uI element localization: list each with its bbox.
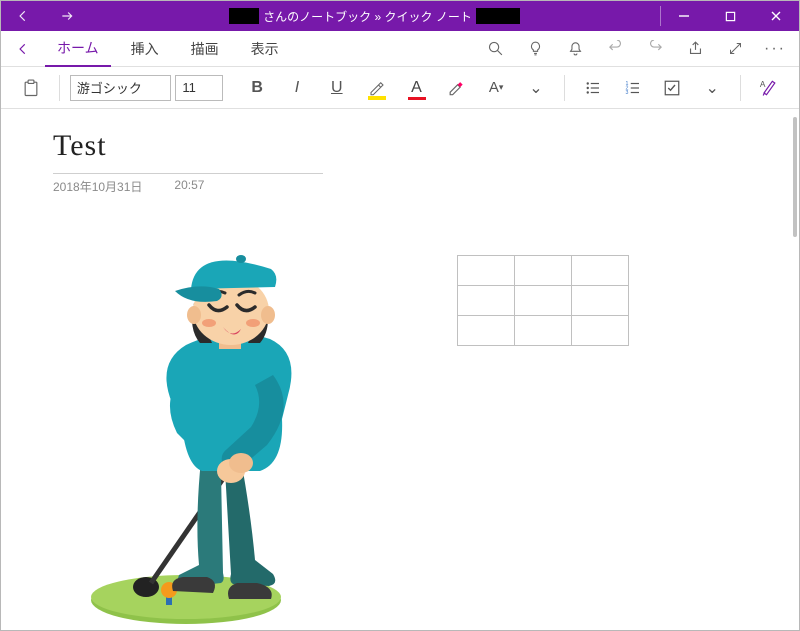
- table-cell[interactable]: [458, 316, 515, 346]
- font-size-input[interactable]: 11: [175, 75, 223, 101]
- bell-icon[interactable]: [559, 33, 591, 65]
- tab-view[interactable]: 表示: [239, 31, 291, 67]
- italic-label: I: [295, 79, 299, 97]
- forward-button[interactable]: [45, 1, 89, 31]
- bold-button[interactable]: B: [239, 70, 275, 106]
- bold-label: B: [251, 79, 263, 97]
- table-cell[interactable]: [572, 316, 629, 346]
- font-color-button[interactable]: A: [399, 70, 435, 106]
- tab-draw[interactable]: 描画: [179, 31, 231, 67]
- font-name-value: 游ゴシック: [77, 78, 142, 97]
- more-icon[interactable]: ···: [759, 33, 791, 65]
- redacted-block: [229, 8, 259, 24]
- scrollbar[interactable]: [793, 117, 797, 237]
- toolbar: 游ゴシック 11 B I U A A▾ ⌄ 123 ⌄ A: [1, 67, 799, 109]
- page-meta: 2018年10月31日 20:57: [1, 178, 799, 195]
- ribbon-tabs: ホーム 挿入 描画 表示 ···: [1, 31, 799, 67]
- table-cell[interactable]: [515, 256, 572, 286]
- undo-icon[interactable]: [599, 33, 631, 65]
- title-underline: [53, 173, 323, 174]
- italic-button[interactable]: I: [279, 70, 315, 106]
- tab-insert-label: 挿入: [131, 39, 159, 59]
- font-color-label: A: [411, 79, 422, 97]
- golfer-image[interactable]: [91, 225, 351, 620]
- page-area[interactable]: Test 2018年10月31日 20:57: [1, 109, 799, 630]
- page-date: 2018年10月31日: [53, 178, 142, 195]
- clipboard-icon[interactable]: [13, 70, 49, 106]
- page-title[interactable]: Test: [53, 129, 799, 163]
- highlight-button[interactable]: [359, 70, 395, 106]
- text-style-button[interactable]: A▾: [478, 70, 514, 106]
- page-time: 20:57: [174, 178, 204, 195]
- title-text: さんのノートブック » クイック ノート: [263, 8, 472, 25]
- tab-draw-label: 描画: [191, 39, 219, 59]
- table-cell[interactable]: [458, 256, 515, 286]
- close-button[interactable]: [753, 1, 799, 31]
- redacted-block: [476, 8, 520, 24]
- svg-text:A: A: [760, 79, 766, 89]
- table-cell[interactable]: [572, 286, 629, 316]
- maximize-button[interactable]: [707, 1, 753, 31]
- chevron-down-icon[interactable]: ⌄: [518, 70, 554, 106]
- minimize-button[interactable]: [661, 1, 707, 31]
- titlebar: さんのノートブック » クイック ノート: [1, 1, 799, 31]
- redo-icon[interactable]: [639, 33, 671, 65]
- search-icon[interactable]: [479, 33, 511, 65]
- underline-label: U: [331, 79, 343, 97]
- inserted-table[interactable]: [457, 255, 629, 346]
- table-cell[interactable]: [515, 316, 572, 346]
- tab-home-label: ホーム: [57, 38, 99, 58]
- tab-view-label: 表示: [251, 39, 279, 59]
- ribbon-back-button[interactable]: [9, 35, 37, 63]
- fullscreen-icon[interactable]: [719, 33, 751, 65]
- checkbox-button[interactable]: [655, 70, 691, 106]
- underline-button[interactable]: U: [319, 70, 355, 106]
- font-name-input[interactable]: 游ゴシック: [70, 75, 172, 101]
- share-icon[interactable]: [679, 33, 711, 65]
- tab-home[interactable]: ホーム: [45, 31, 111, 67]
- chevron-down-icon[interactable]: ⌄: [694, 70, 730, 106]
- svg-text:3: 3: [625, 90, 628, 96]
- window-title: さんのノートブック » クイック ノート: [89, 8, 660, 25]
- bullets-button[interactable]: [575, 70, 611, 106]
- table-cell[interactable]: [458, 286, 515, 316]
- clear-format-button[interactable]: [438, 70, 474, 106]
- font-size-value: 11: [182, 80, 196, 95]
- lightbulb-icon[interactable]: [519, 33, 551, 65]
- styles-pen-icon[interactable]: A: [751, 70, 787, 106]
- back-button[interactable]: [1, 1, 45, 31]
- numbering-button[interactable]: 123: [615, 70, 651, 106]
- table-cell[interactable]: [572, 256, 629, 286]
- tab-insert[interactable]: 挿入: [119, 31, 171, 67]
- table-cell[interactable]: [515, 286, 572, 316]
